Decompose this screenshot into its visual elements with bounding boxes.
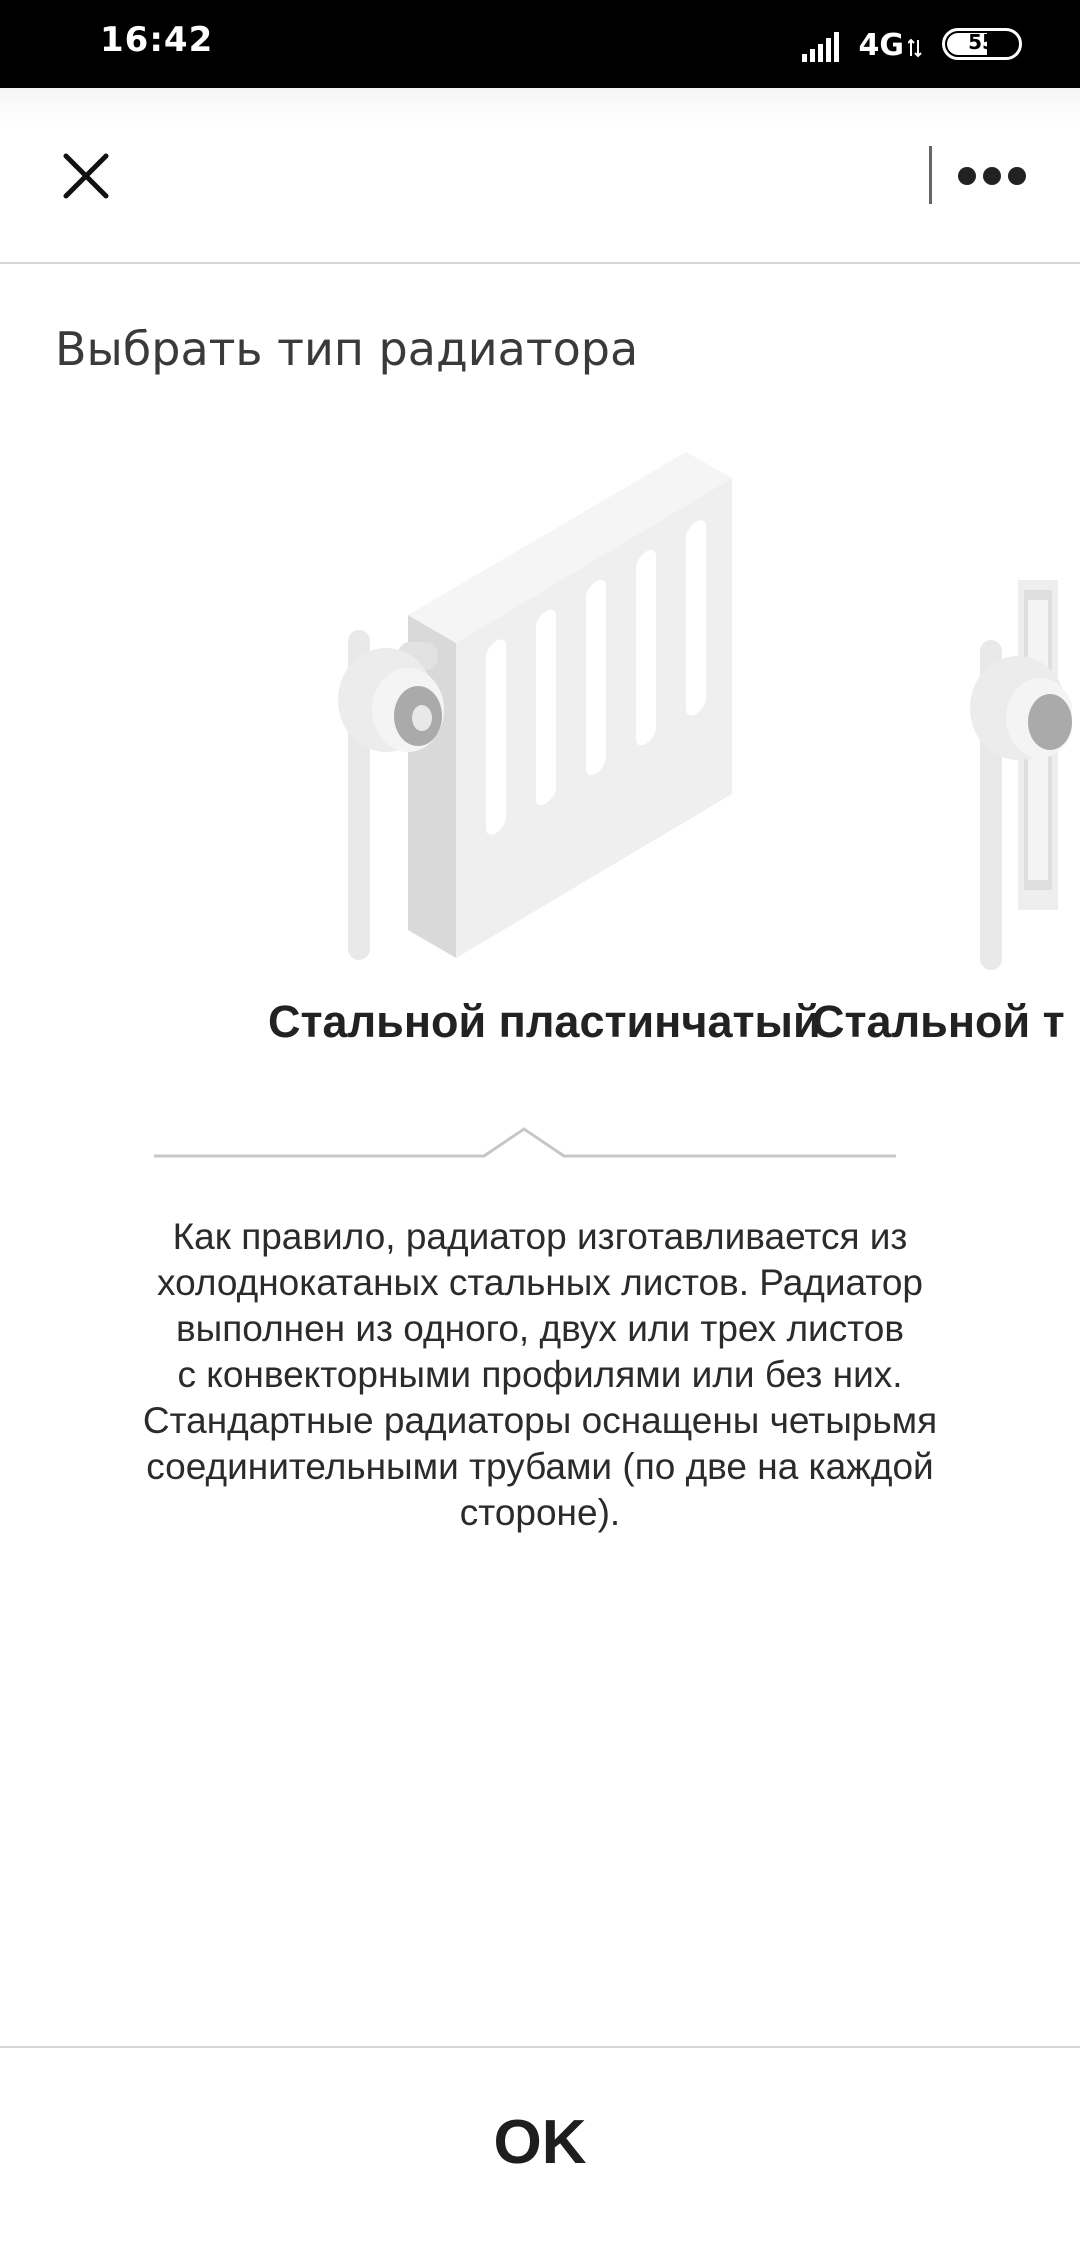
radiator-option-tubular[interactable]: Стальной т bbox=[812, 430, 1080, 1070]
signal-icon bbox=[802, 32, 839, 62]
radiator-option-label: Стальной т bbox=[812, 996, 1065, 1047]
close-icon bbox=[63, 153, 109, 199]
toolbar-divider bbox=[929, 146, 932, 204]
description-line: Стандартные радиаторы оснащены четырьмя bbox=[142, 1400, 938, 1441]
radiator-option-label: Стальной пластинчатый bbox=[268, 996, 821, 1047]
status-bar: 16:42 4G 55 bbox=[0, 0, 1080, 88]
radiator-description: Как правило, радиатор изготавливается из… bbox=[80, 1214, 1000, 1536]
radiator-option-panel[interactable]: Стальной пластинчатый bbox=[268, 430, 821, 1070]
battery-level-text: 55 bbox=[968, 30, 996, 54]
selection-indicator bbox=[154, 1127, 896, 1158]
description-line: соединительными трубами (по две на каждо… bbox=[146, 1446, 934, 1487]
description-line: с конвекторными профилями или без них. bbox=[177, 1354, 903, 1395]
radiator-carousel[interactable]: Стальной пластинчатый Стальной т bbox=[0, 430, 1080, 1070]
network-arrows-icon bbox=[908, 38, 922, 58]
tubular-radiator-icon bbox=[970, 580, 1072, 970]
panel-radiator-icon bbox=[338, 452, 732, 960]
more-button[interactable] bbox=[950, 150, 1034, 200]
close-button[interactable] bbox=[50, 140, 122, 212]
description-line: выполнен из одного, двух или трех листов bbox=[176, 1308, 904, 1349]
status-icons: 4G 55 bbox=[722, 24, 1022, 68]
description-line: холоднокатаных стальных листов. Радиатор bbox=[157, 1262, 923, 1303]
more-dots-icon bbox=[958, 167, 976, 185]
description-line: Как правило, радиатор изготавливается из bbox=[172, 1216, 908, 1257]
ok-button[interactable]: OK bbox=[390, 2088, 690, 2198]
top-toolbar bbox=[0, 88, 1080, 264]
page-title: Выбрать тип радиатора bbox=[55, 322, 639, 376]
battery-icon: 55 bbox=[942, 28, 1022, 60]
network-type: 4G bbox=[858, 28, 905, 63]
status-time: 16:42 bbox=[100, 20, 214, 60]
bottom-bar: OK bbox=[0, 2046, 1080, 2246]
description-line: стороне). bbox=[459, 1492, 621, 1533]
